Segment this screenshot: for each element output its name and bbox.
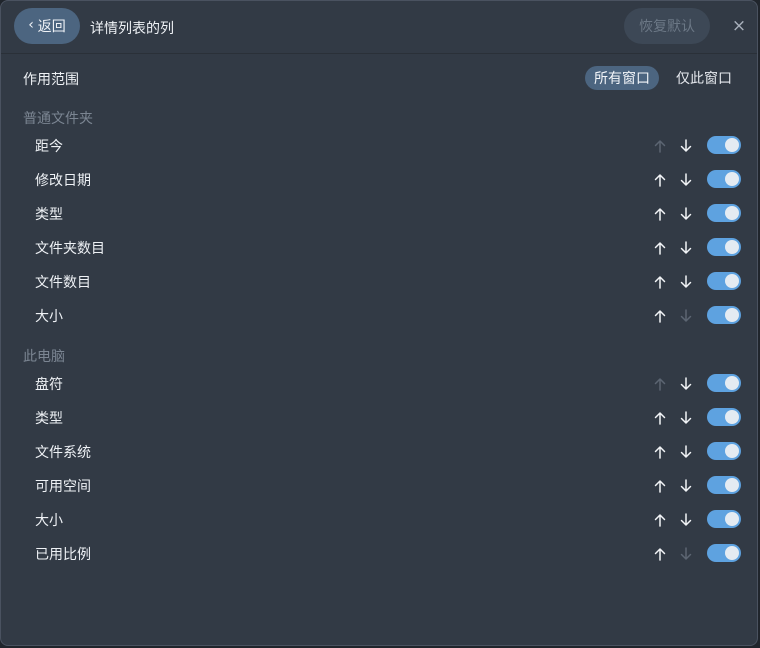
toggle-knob <box>725 172 739 186</box>
column-row: 盘符 <box>1 367 757 401</box>
arrow-up-icon[interactable] <box>652 204 668 224</box>
title-bar: ‹ 返回 详情列表的列 恢复默认 × <box>1 1 757 54</box>
scope-row: 作用范围 所有窗口 仅此窗口 <box>1 61 757 95</box>
column-row: 大小 <box>1 299 757 333</box>
column-row: 类型 <box>1 401 757 435</box>
column-row-label: 文件数目 <box>35 275 91 291</box>
column-row: 大小 <box>1 503 757 537</box>
arrow-up-icon[interactable] <box>652 476 668 496</box>
column-row: 距今 <box>1 129 757 163</box>
arrow-down-icon[interactable] <box>678 408 694 428</box>
column-row-label: 类型 <box>35 411 63 427</box>
arrow-down-icon[interactable] <box>678 204 694 224</box>
reset-default-button[interactable]: 恢复默认 <box>624 8 710 44</box>
toggle-knob <box>725 274 739 288</box>
arrow-up-icon[interactable] <box>652 442 668 462</box>
arrow-down-icon[interactable] <box>678 272 694 292</box>
toggle-knob <box>725 240 739 254</box>
arrow-up-icon <box>652 136 668 156</box>
column-visibility-toggle[interactable] <box>707 136 741 154</box>
column-visibility-toggle[interactable] <box>707 272 741 290</box>
column-row: 修改日期 <box>1 163 757 197</box>
toggle-knob <box>725 512 739 526</box>
arrow-down-icon <box>678 544 694 564</box>
arrow-up-icon[interactable] <box>652 238 668 258</box>
column-visibility-toggle[interactable] <box>707 544 741 562</box>
chevron-left-icon: ‹ <box>28 17 34 33</box>
close-icon[interactable]: × <box>729 16 749 36</box>
column-row: 已用比例 <box>1 537 757 571</box>
arrow-up-icon[interactable] <box>652 272 668 292</box>
toggle-knob <box>725 546 739 560</box>
arrow-down-icon[interactable] <box>678 170 694 190</box>
toggle-knob <box>725 308 739 322</box>
column-visibility-toggle[interactable] <box>707 170 741 188</box>
scope-option-this-window[interactable]: 仅此窗口 <box>667 66 741 90</box>
scope-option-all-windows[interactable]: 所有窗口 <box>585 66 659 90</box>
column-visibility-toggle[interactable] <box>707 476 741 494</box>
toggle-knob <box>725 478 739 492</box>
column-row: 可用空间 <box>1 469 757 503</box>
arrow-up-icon[interactable] <box>652 510 668 530</box>
column-visibility-toggle[interactable] <box>707 374 741 392</box>
column-row: 文件夹数目 <box>1 231 757 265</box>
back-button-label: 返回 <box>37 19 66 35</box>
arrow-up-icon <box>652 374 668 394</box>
column-settings-dialog: ‹ 返回 详情列表的列 恢复默认 × 作用范围 所有窗口 仅此窗口 普通文件夹距… <box>0 0 758 646</box>
arrow-up-icon[interactable] <box>652 544 668 564</box>
column-row: 类型 <box>1 197 757 231</box>
toggle-knob <box>725 206 739 220</box>
arrow-down-icon[interactable] <box>678 442 694 462</box>
column-visibility-toggle[interactable] <box>707 442 741 460</box>
column-visibility-toggle[interactable] <box>707 510 741 528</box>
dialog-title: 详情列表的列 <box>90 21 174 37</box>
arrow-up-icon[interactable] <box>652 306 668 326</box>
arrow-down-icon[interactable] <box>678 374 694 394</box>
column-visibility-toggle[interactable] <box>707 408 741 426</box>
arrow-down-icon[interactable] <box>678 476 694 496</box>
section-title: 普通文件夹 <box>23 111 93 127</box>
column-row-label: 大小 <box>35 309 63 325</box>
column-row-label: 大小 <box>35 513 63 529</box>
column-row-label: 文件系统 <box>35 445 91 461</box>
arrow-down-icon[interactable] <box>678 136 694 156</box>
column-row: 文件数目 <box>1 265 757 299</box>
column-visibility-toggle[interactable] <box>707 238 741 256</box>
column-visibility-toggle[interactable] <box>707 204 741 222</box>
column-visibility-toggle[interactable] <box>707 306 741 324</box>
toggle-knob <box>725 376 739 390</box>
section-title: 此电脑 <box>23 349 65 365</box>
column-row-label: 修改日期 <box>35 173 91 189</box>
arrow-down-icon[interactable] <box>678 238 694 258</box>
column-row-label: 已用比例 <box>35 547 91 563</box>
toggle-knob <box>725 410 739 424</box>
arrow-down-icon <box>678 306 694 326</box>
scope-label: 作用范围 <box>23 72 79 88</box>
arrow-down-icon[interactable] <box>678 510 694 530</box>
toggle-knob <box>725 444 739 458</box>
column-row-label: 可用空间 <box>35 479 91 495</box>
column-row-label: 距今 <box>35 139 63 155</box>
column-row-label: 盘符 <box>35 377 63 393</box>
arrow-up-icon[interactable] <box>652 170 668 190</box>
column-row-label: 文件夹数目 <box>35 241 105 257</box>
column-row: 文件系统 <box>1 435 757 469</box>
arrow-up-icon[interactable] <box>652 408 668 428</box>
back-button[interactable]: ‹ 返回 <box>14 8 80 44</box>
column-row-label: 类型 <box>35 207 63 223</box>
toggle-knob <box>725 138 739 152</box>
